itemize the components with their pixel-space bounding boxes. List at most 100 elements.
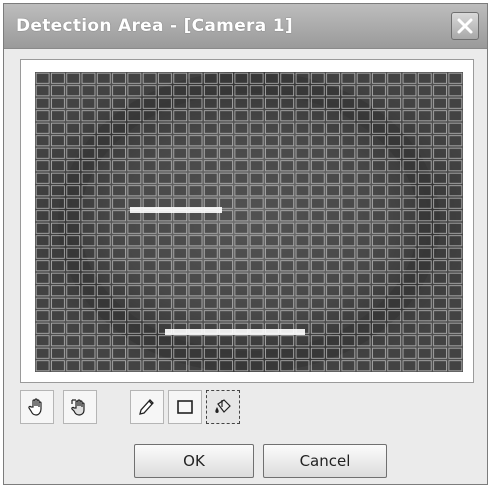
grid-cell[interactable] [96, 197, 111, 209]
grid-cell[interactable] [433, 197, 447, 209]
grid-cell[interactable] [417, 335, 432, 347]
grid-cell[interactable] [433, 360, 447, 372]
grid-cell[interactable] [417, 260, 432, 272]
grid-cell[interactable] [265, 222, 279, 234]
grid-cell[interactable] [81, 247, 96, 259]
grid-cell[interactable] [402, 235, 417, 247]
grid-cell[interactable] [51, 147, 65, 159]
grid-cell[interactable] [448, 147, 463, 159]
grid-cell[interactable] [158, 122, 172, 134]
grid-cell[interactable] [203, 97, 218, 109]
grid-cell[interactable] [249, 85, 264, 97]
grid-cell[interactable] [203, 197, 218, 209]
grid-cell[interactable] [326, 310, 340, 322]
grid-cell[interactable] [249, 97, 264, 109]
grid-cell[interactable] [142, 110, 157, 122]
grid-cell[interactable] [51, 247, 65, 259]
grid-cell[interactable] [35, 272, 50, 284]
grid-cell[interactable] [234, 122, 249, 134]
grid-cell[interactable] [112, 272, 126, 284]
grid-cell[interactable] [341, 147, 356, 159]
grid-cell[interactable] [142, 347, 157, 359]
grid-cell[interactable] [234, 97, 249, 109]
grid-cell[interactable] [417, 172, 432, 184]
grid-cell[interactable] [448, 310, 463, 322]
grid-cell[interactable] [265, 172, 279, 184]
grid-cell[interactable] [372, 210, 386, 222]
close-button[interactable] [451, 12, 479, 40]
grid-cell[interactable] [356, 160, 371, 172]
grid-cell[interactable] [112, 247, 126, 259]
grid-cell[interactable] [158, 272, 172, 284]
grid-cell[interactable] [219, 247, 233, 259]
grid-cell[interactable] [402, 197, 417, 209]
grid-cell[interactable] [295, 247, 310, 259]
grid-cell[interactable] [188, 160, 203, 172]
grid-cell[interactable] [310, 222, 325, 234]
grid-cell[interactable] [310, 335, 325, 347]
grid-cell[interactable] [51, 110, 65, 122]
grid-cell[interactable] [417, 247, 432, 259]
grid-cell[interactable] [387, 122, 402, 134]
grid-cell[interactable] [295, 210, 310, 222]
grid-cell[interactable] [112, 160, 126, 172]
grid-cell[interactable] [356, 297, 371, 309]
grid-cell[interactable] [295, 97, 310, 109]
grid-cell[interactable] [387, 335, 402, 347]
grid-cell[interactable] [173, 197, 188, 209]
grid-cell[interactable] [158, 347, 172, 359]
grid-cell[interactable] [51, 210, 65, 222]
grid-cell[interactable] [433, 135, 447, 147]
grid-cell[interactable] [188, 297, 203, 309]
grid-cell[interactable] [417, 185, 432, 197]
grid-cell[interactable] [265, 360, 279, 372]
grid-cell[interactable] [417, 110, 432, 122]
grid-cell[interactable] [341, 222, 356, 234]
grid-cell[interactable] [51, 72, 65, 84]
grid-cell[interactable] [280, 222, 295, 234]
grid-cell[interactable] [372, 272, 386, 284]
grid-cell[interactable] [417, 135, 432, 147]
grid-cell[interactable] [35, 260, 50, 272]
grid-cell[interactable] [188, 122, 203, 134]
grid-cell[interactable] [51, 122, 65, 134]
grid-cell[interactable] [142, 72, 157, 84]
grid-cell[interactable] [356, 85, 371, 97]
grid-cell[interactable] [219, 297, 233, 309]
grid-cell[interactable] [433, 185, 447, 197]
grid-cell[interactable] [402, 247, 417, 259]
grid-cell[interactable] [448, 85, 463, 97]
grid-cell[interactable] [310, 97, 325, 109]
grid-cell[interactable] [249, 335, 264, 347]
grid-cell[interactable] [310, 72, 325, 84]
grid-cell[interactable] [96, 110, 111, 122]
grid-cell[interactable] [112, 135, 126, 147]
grid-cell[interactable] [127, 185, 142, 197]
grid-cell[interactable] [341, 172, 356, 184]
grid-cell[interactable] [112, 322, 126, 334]
grid-cell[interactable] [35, 322, 50, 334]
grid-cell[interactable] [249, 297, 264, 309]
grid-cell[interactable] [249, 235, 264, 247]
grid-cell[interactable] [203, 135, 218, 147]
grid-cell[interactable] [402, 110, 417, 122]
grid-cell[interactable] [158, 235, 172, 247]
grid-cell[interactable] [234, 85, 249, 97]
grid-cell[interactable] [402, 135, 417, 147]
grid-cell[interactable] [372, 122, 386, 134]
grid-cell[interactable] [35, 310, 50, 322]
grid-cell[interactable] [280, 147, 295, 159]
grid-cell[interactable] [341, 310, 356, 322]
grid-cell[interactable] [188, 260, 203, 272]
grid-cell[interactable] [66, 222, 81, 234]
grid-cell[interactable] [295, 360, 310, 372]
grid-cell[interactable] [219, 185, 233, 197]
grid-cell[interactable] [417, 360, 432, 372]
grid-cell[interactable] [173, 360, 188, 372]
grid-cell[interactable] [433, 210, 447, 222]
grid-cell[interactable] [96, 172, 111, 184]
grid-cell[interactable] [234, 147, 249, 159]
grid-cell[interactable] [66, 122, 81, 134]
grid-cell[interactable] [265, 272, 279, 284]
grid-cell[interactable] [66, 247, 81, 259]
